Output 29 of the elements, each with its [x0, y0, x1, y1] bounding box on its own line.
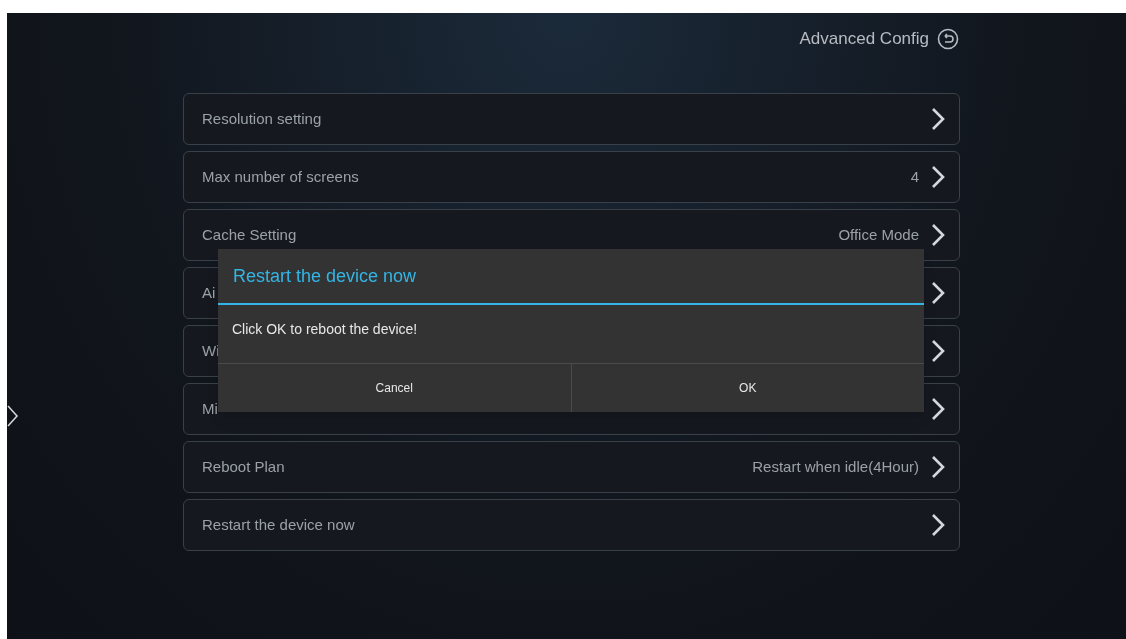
- chevron-right-icon: [931, 339, 945, 363]
- chevron-right-icon: [931, 223, 945, 247]
- setting-row[interactable]: Reboot Plan Restart when idle(4Hour): [183, 441, 960, 493]
- chevron-right-icon: [931, 455, 945, 479]
- chevron-right-icon: [931, 513, 945, 537]
- chevron-right-icon: [931, 165, 945, 189]
- dialog-title: Restart the device now: [233, 264, 417, 288]
- setting-value: Restart when idle(4Hour): [752, 456, 919, 477]
- setting-label: Max number of screens: [202, 166, 360, 187]
- setting-row[interactable]: Resolution setting: [183, 93, 960, 145]
- dialog-button[interactable]: Cancel: [218, 364, 571, 412]
- setting-label: Mi: [202, 398, 219, 419]
- setting-row[interactable]: Max number of screens 4: [183, 151, 960, 203]
- dialog-button[interactable]: OK: [570, 364, 924, 412]
- setting-label: Resolution setting: [202, 108, 323, 129]
- setting-label: Reboot Plan: [202, 456, 286, 477]
- chevron-right-icon: [931, 107, 945, 131]
- chevron-right-icon: [931, 281, 945, 305]
- setting-label: Restart the device now: [202, 514, 356, 535]
- setting-label: Ai: [202, 282, 217, 303]
- setting-value: Office Mode: [838, 224, 919, 245]
- chevron-right-icon: [931, 397, 945, 421]
- back-icon[interactable]: [937, 28, 959, 50]
- chevron-right-icon[interactable]: [7, 405, 19, 427]
- setting-row[interactable]: Restart the device now: [183, 499, 960, 551]
- setting-label: Cache Setting: [202, 224, 298, 245]
- dialog-message: Click OK to reboot the device!: [232, 321, 418, 337]
- page-title: Advanced Config: [799, 28, 929, 51]
- setting-value: 4: [910, 166, 919, 187]
